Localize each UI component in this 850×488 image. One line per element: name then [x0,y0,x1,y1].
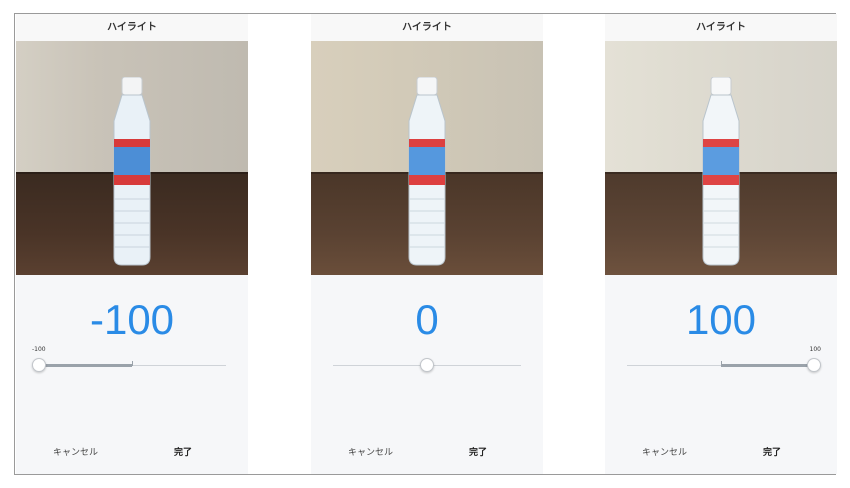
slider-knob[interactable] [807,358,821,372]
cancel-button[interactable]: キャンセル [642,445,687,458]
highlight-slider[interactable]: 100 [621,346,821,386]
highlight-editor-panel: ハイライト 0 キャンセル 完了 [311,14,543,474]
screenshot-frame: ハイライト -100 -100 キャンセル 完了 ハイライト 0 キャンセル 完… [14,13,837,475]
slider-fill [721,364,815,367]
panel-title: ハイライト [311,14,543,41]
highlight-editor-panel: ハイライト -100 -100 キャンセル 完了 [16,14,248,474]
photo-preview [311,41,543,275]
highlight-value: 0 [415,296,439,343]
slider-center-tick [132,361,133,366]
done-button[interactable]: 完了 [174,445,192,458]
photo-preview [605,41,837,275]
photo-preview [16,41,248,275]
water-bottle-image [113,77,151,266]
highlight-slider[interactable]: -100 [32,346,232,386]
highlight-value: 100 [685,296,757,343]
done-button[interactable]: 完了 [469,445,487,458]
slider-max-label: 100 [809,346,821,353]
highlight-slider[interactable] [327,346,527,386]
action-bar: キャンセル 完了 [16,442,248,458]
water-bottle-image [408,77,446,266]
highlight-editor-panel: ハイライト 100 100 キャンセル 完了 [605,14,837,474]
slider-fill [38,364,132,367]
highlight-value: -100 [89,296,175,343]
slider-center-tick [721,361,722,366]
slider-knob[interactable] [420,358,434,372]
action-bar: キャンセル 完了 [605,442,837,458]
cancel-button[interactable]: キャンセル [53,445,98,458]
done-button[interactable]: 完了 [763,445,781,458]
action-bar: キャンセル 完了 [311,442,543,458]
water-bottle-image [702,77,740,266]
slider-knob[interactable] [32,358,46,372]
slider-min-label: -100 [32,346,46,353]
cancel-button[interactable]: キャンセル [348,445,393,458]
panel-title: ハイライト [16,14,248,41]
panel-title: ハイライト [605,14,837,41]
